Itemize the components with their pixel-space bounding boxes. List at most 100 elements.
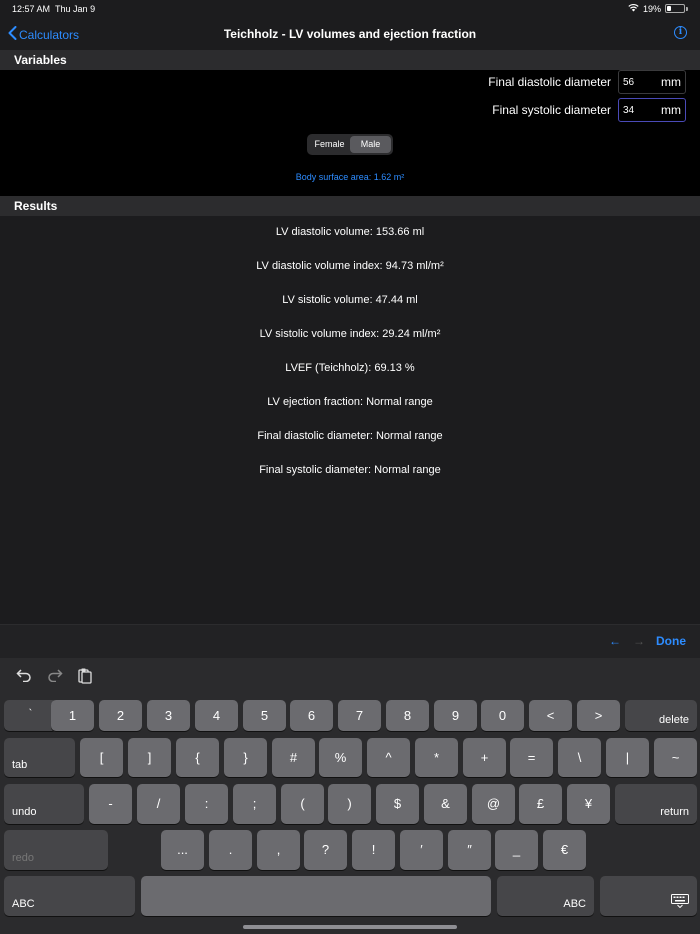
key-abc-left[interactable]: ABC [4,876,135,916]
key-7[interactable]: 7 [338,700,381,731]
key-hash[interactable]: # [272,738,315,777]
key-close-bracket[interactable]: ] [128,738,171,777]
key-greater-than[interactable]: > [577,700,620,731]
key-at[interactable]: @ [472,784,515,824]
battery-icon [665,4,685,13]
systolic-diameter-unit: mm [661,103,681,117]
key-tab[interactable]: tab [4,738,75,777]
page-title: Teichholz - LV volumes and ejection frac… [223,27,477,41]
diastolic-diameter-row: Final diastolic diameter 56 mm [488,70,686,94]
key-3[interactable]: 3 [147,700,190,731]
key-tilde[interactable]: ~ [654,738,697,777]
systolic-diameter-row: Final systolic diameter 34 mm [492,98,686,122]
status-indicators: 19% [628,3,688,14]
sex-option-female[interactable]: Female [309,136,350,153]
keyboard: ` 1 2 3 4 5 6 7 8 9 0 < > delete tab [ ]… [0,658,700,934]
sex-segmented-control: Female Male [307,134,393,155]
home-indicator [243,925,457,929]
key-abc-right[interactable]: ABC [497,876,594,916]
key-underscore[interactable]: _ [495,830,538,870]
key-close-paren[interactable]: ) [328,784,371,824]
key-dollar[interactable]: $ [376,784,419,824]
diastolic-diameter-value: 56 [623,76,635,88]
key-4[interactable]: 4 [195,700,238,731]
body-surface-area: Body surface area: 1.62 m² [295,172,405,182]
diastolic-diameter-label: Final diastolic diameter [488,75,611,89]
variables-panel: Final diastolic diameter 56 mm Final sys… [0,70,700,196]
key-return-label: return [660,806,689,818]
result-lv-sistolic-volume-index: LV sistolic volume index: 29.24 ml/m² [259,328,441,340]
result-lv-sistolic-volume: LV sistolic volume: 47.44 ml [282,294,418,306]
key-8[interactable]: 8 [386,700,429,731]
key-backslash[interactable]: \ [558,738,601,777]
key-equals[interactable]: = [510,738,553,777]
key-delete[interactable]: delete [625,700,697,731]
variables-header: Variables [0,50,700,70]
battery-percent: 19% [642,3,661,14]
key-1[interactable]: 1 [51,700,94,731]
key-semicolon[interactable]: ; [233,784,276,824]
keyboard-dismiss-icon [671,894,689,911]
key-caret[interactable]: ^ [367,738,410,777]
key-prime[interactable]: ′ [400,830,443,870]
key-open-paren[interactable]: ( [281,784,324,824]
key-abc-left-label: ABC [12,898,35,910]
systolic-diameter-value: 34 [623,104,635,116]
key-question[interactable]: ? [304,830,347,870]
done-button[interactable]: Done [656,634,686,648]
key-tab-label: tab [12,759,28,771]
key-pipe[interactable]: | [606,738,649,777]
previous-field-arrow-icon[interactable]: ← [609,634,621,648]
key-comma[interactable]: , [257,830,300,870]
key-less-than[interactable]: < [529,700,572,731]
result-lvef: LVEF (Teichholz): 69.13 % [285,362,415,374]
key-5[interactable]: 5 [243,700,286,731]
key-dismiss-keyboard[interactable] [600,876,697,916]
key-percent[interactable]: % [319,738,362,777]
results-header: Results [0,196,700,216]
result-systolic-diameter-range: Final systolic diameter: Normal range [259,464,441,476]
undo-shortcut-icon[interactable] [16,668,32,685]
key-minus[interactable]: - [89,784,132,824]
key-yen[interactable]: ¥ [567,784,610,824]
key-slash[interactable]: / [137,784,180,824]
status-time: 12:57 AM Thu Jan 9 [12,4,96,14]
next-field-arrow-icon[interactable]: → [633,634,645,648]
info-icon[interactable]: i [674,26,687,39]
key-undo-label: undo [12,806,37,818]
key-abc-right-label: ABC [563,898,586,910]
key-space[interactable] [141,876,491,916]
paste-shortcut-icon[interactable] [78,668,92,687]
diastolic-diameter-input[interactable]: 56 mm [618,70,686,94]
key-backtick[interactable]: ` [4,700,57,731]
systolic-diameter-input[interactable]: 34 mm [618,98,686,122]
sex-option-male[interactable]: Male [350,136,391,153]
key-period[interactable]: . [209,830,252,870]
key-open-bracket[interactable]: [ [80,738,123,777]
redo-shortcut-icon[interactable] [47,668,63,685]
keyboard-toolbar: ← → Done [0,624,700,658]
key-exclamation[interactable]: ! [352,830,395,870]
key-return[interactable]: return [615,784,697,824]
result-diastolic-diameter-range: Final diastolic diameter: Normal range [257,430,443,442]
key-undo[interactable]: undo [4,784,84,824]
key-pound[interactable]: £ [519,784,562,824]
key-redo[interactable]: redo [4,830,108,870]
wifi-icon [628,3,639,14]
key-2[interactable]: 2 [99,700,142,731]
key-close-brace[interactable]: } [224,738,267,777]
systolic-diameter-label: Final systolic diameter [492,103,611,117]
key-6[interactable]: 6 [290,700,333,731]
key-double-prime[interactable]: ″ [448,830,491,870]
key-colon[interactable]: : [185,784,228,824]
diastolic-diameter-unit: mm [661,75,681,89]
key-open-brace[interactable]: { [176,738,219,777]
key-asterisk[interactable]: * [415,738,458,777]
key-plus[interactable]: + [463,738,506,777]
key-euro[interactable]: € [543,830,586,870]
key-ellipsis[interactable]: ... [161,830,204,870]
result-lv-diastolic-volume-index: LV diastolic volume index: 94.73 ml/m² [256,260,444,272]
key-ampersand[interactable]: & [424,784,467,824]
key-9[interactable]: 9 [434,700,477,731]
key-0[interactable]: 0 [481,700,524,731]
